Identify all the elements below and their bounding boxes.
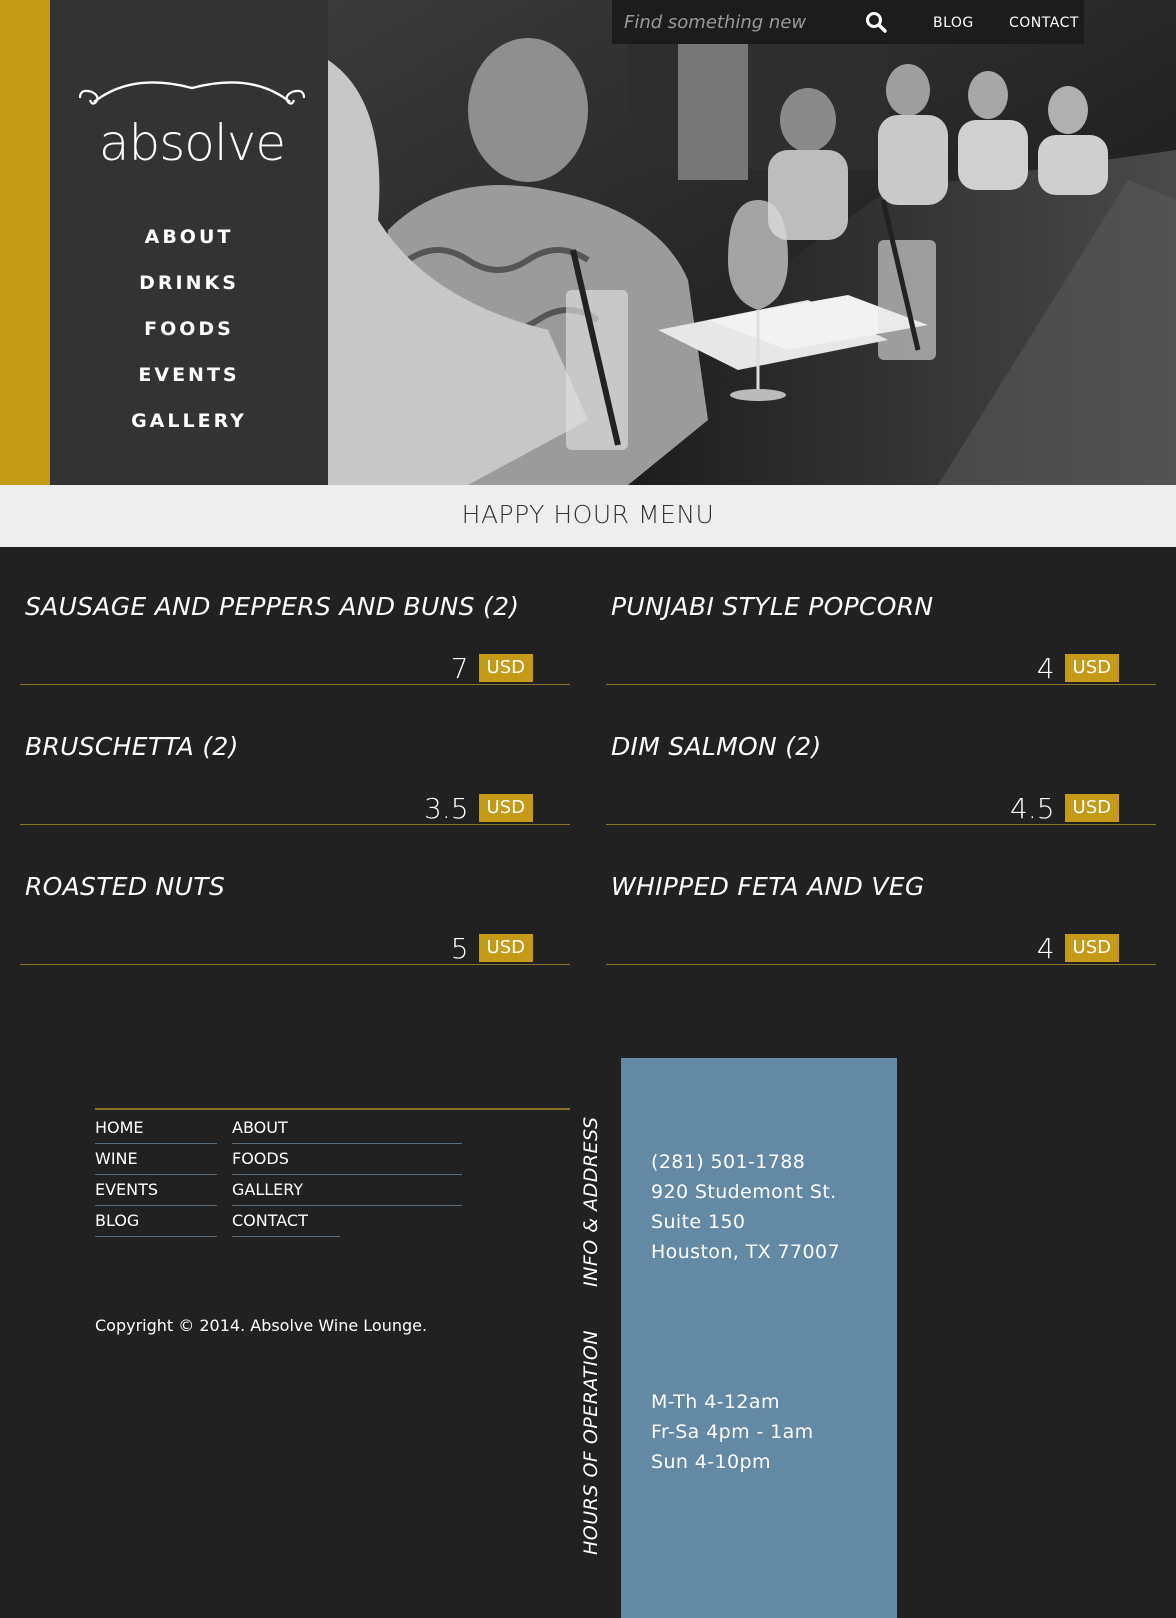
menu-item-price: 5 USD xyxy=(450,931,533,965)
footer-link-blog[interactable]: BLOG xyxy=(95,1211,217,1237)
currency-badge: USD xyxy=(1064,794,1119,822)
menu-item-name: BRUSCHETTA (2) xyxy=(25,732,239,761)
menu-item: WHIPPED FETA AND VEG 4 USD xyxy=(606,868,1156,1008)
nav-item-gallery[interactable]: GALLERY xyxy=(50,410,328,456)
hours-label: HOURS OF OPERATION xyxy=(580,1330,602,1555)
search-input[interactable] xyxy=(624,7,844,37)
menu-item-price: 7 USD xyxy=(450,651,533,685)
hours-line: Fr-Sa 4pm - 1am xyxy=(651,1421,814,1443)
info-address-label: INFO & ADDRESS xyxy=(580,1116,602,1287)
footer-link-about[interactable]: ABOUT xyxy=(232,1118,462,1144)
hours-line: Sun 4-10pm xyxy=(651,1451,771,1473)
top-bar: BLOG CONTACT xyxy=(612,0,1084,44)
address-line: Suite 150 xyxy=(651,1211,746,1233)
footer-link-contact[interactable]: CONTACT xyxy=(232,1211,340,1237)
nav-item-foods[interactable]: FOODS xyxy=(50,318,328,364)
menu-item-name: WHIPPED FETA AND VEG xyxy=(611,872,925,901)
hero-photo-illustration xyxy=(328,0,1176,485)
menu-item: ROASTED NUTS 5 USD xyxy=(20,868,570,1008)
section-title-bar: HAPPY HOUR MENU xyxy=(0,485,1176,547)
info-panel: (281) 501-1788 920 Studemont St. Suite 1… xyxy=(621,1058,897,1618)
price-value: 5 xyxy=(450,931,469,965)
phone-number[interactable]: (281) 501-1788 xyxy=(651,1151,805,1173)
menu-item: DIM SALMON (2) 4.5 USD xyxy=(606,728,1156,868)
main-nav: ABOUT DRINKS FOODS EVENTS GALLERY xyxy=(50,226,328,456)
nav-item-drinks[interactable]: DRINKS xyxy=(50,272,328,318)
divider xyxy=(606,824,1156,825)
logo[interactable]: absolve xyxy=(72,80,312,175)
menu-item-price: 4 USD xyxy=(1036,651,1119,685)
hours-line: M-Th 4-12am xyxy=(651,1391,780,1413)
top-link-blog[interactable]: BLOG xyxy=(933,15,974,31)
currency-badge: USD xyxy=(1064,934,1119,962)
menu-item-price: 3.5 USD xyxy=(424,791,533,825)
address-line: Houston, TX 77007 xyxy=(651,1241,840,1263)
price-value: 4.5 xyxy=(1010,791,1055,825)
price-value: 7 xyxy=(450,651,469,685)
menu-item-price: 4 USD xyxy=(1036,931,1119,965)
section-title: HAPPY HOUR MENU xyxy=(461,500,715,529)
currency-badge: USD xyxy=(478,934,533,962)
menu-item-name: PUNJABI STYLE POPCORN xyxy=(611,592,934,621)
nav-item-events[interactable]: EVENTS xyxy=(50,364,328,410)
address-line: 920 Studemont St. xyxy=(651,1181,837,1203)
price-value: 4 xyxy=(1036,651,1055,685)
menu-item: PUNJABI STYLE POPCORN 4 USD xyxy=(606,588,1156,728)
price-value: 4 xyxy=(1036,931,1055,965)
top-link-contact[interactable]: CONTACT xyxy=(1009,15,1079,31)
logo-text: absolve xyxy=(98,114,286,172)
footer-link-foods[interactable]: FOODS xyxy=(232,1149,462,1175)
menu-item: BRUSCHETTA (2) 3.5 USD xyxy=(20,728,570,868)
divider xyxy=(606,684,1156,685)
currency-badge: USD xyxy=(478,794,533,822)
footer-link-wine[interactable]: WINE xyxy=(95,1149,217,1175)
footer-link-home[interactable]: HOME xyxy=(95,1118,217,1144)
price-value: 3.5 xyxy=(424,791,469,825)
menu-item-name: SAUSAGE AND PEPPERS AND BUNS (2) xyxy=(25,592,520,621)
divider xyxy=(20,964,570,965)
divider xyxy=(606,964,1156,965)
hero-photo xyxy=(328,0,1176,485)
currency-badge: USD xyxy=(478,654,533,682)
footer-link-gallery[interactable]: GALLERY xyxy=(232,1180,462,1206)
menu-item-name: ROASTED NUTS xyxy=(25,872,226,901)
menu-item-name: DIM SALMON (2) xyxy=(611,732,822,761)
accent-strip xyxy=(0,0,50,485)
nav-item-about[interactable]: ABOUT xyxy=(50,226,328,272)
search-icon[interactable] xyxy=(864,10,888,34)
footer-link-events[interactable]: EVENTS xyxy=(95,1180,217,1206)
footer-divider xyxy=(95,1108,570,1110)
hero-header: absolve ABOUT DRINKS FOODS EVENTS GALLER… xyxy=(0,0,1176,485)
divider xyxy=(20,824,570,825)
menu-item: SAUSAGE AND PEPPERS AND BUNS (2) 7 USD xyxy=(20,588,570,728)
currency-badge: USD xyxy=(1064,654,1119,682)
menu-item-price: 4.5 USD xyxy=(1010,791,1119,825)
divider xyxy=(20,684,570,685)
copyright: Copyright © 2014. Absolve Wine Lounge. xyxy=(95,1316,428,1335)
sidebar: absolve ABOUT DRINKS FOODS EVENTS GALLER… xyxy=(50,0,328,485)
